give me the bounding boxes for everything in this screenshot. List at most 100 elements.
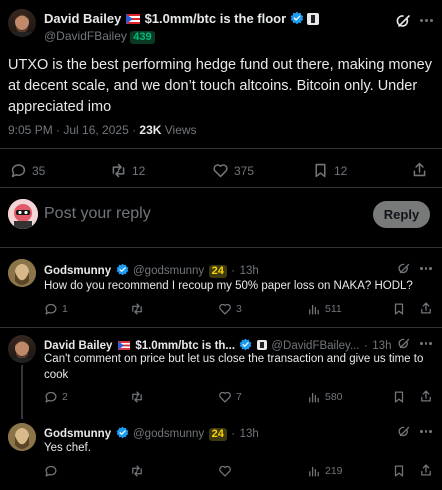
more-options-icon[interactable]: [420, 342, 432, 345]
author-name-suffix[interactable]: $1.0mm/btc is the floor: [145, 11, 287, 26]
like-action[interactable]: 375: [212, 162, 254, 179]
author-line: David Bailey $1.0mm/btc is the floor: [44, 11, 320, 26]
repost-icon: [132, 303, 142, 315]
like-icon: [219, 465, 231, 477]
like-count: 3: [236, 303, 242, 315]
like-action[interactable]: 7: [218, 390, 242, 404]
puerto-rico-flag-icon: [125, 14, 140, 24]
reply-input[interactable]: [44, 203, 344, 225]
repost-icon: [112, 163, 125, 178]
repost-action[interactable]: [130, 464, 144, 478]
current-user-avatar[interactable]: [8, 199, 38, 229]
reply-action[interactable]: 1: [44, 302, 68, 316]
bookmark-icon: [394, 465, 404, 477]
share-action[interactable]: [419, 389, 433, 403]
like-icon: [219, 391, 231, 403]
share-action[interactable]: [419, 301, 433, 315]
views-count: 23K: [139, 123, 162, 137]
reply-avatar[interactable]: [8, 335, 36, 363]
bookmark-action[interactable]: [392, 464, 406, 478]
reply-count: 35: [32, 163, 46, 178]
handle-badge: 439: [130, 31, 155, 44]
bookmark-icon: [315, 163, 326, 178]
divider: [0, 187, 442, 188]
reply-time[interactable]: 13h: [240, 265, 259, 277]
share-icon: [413, 162, 426, 177]
like-action[interactable]: 3: [218, 302, 242, 316]
author-name[interactable]: David Bailey: [44, 11, 121, 26]
views-action[interactable]: 511: [307, 302, 342, 316]
verified-badge-icon[interactable]: [116, 263, 129, 276]
reply-author-handle[interactable]: @godsmunny: [133, 428, 204, 440]
avatar-art: [8, 259, 36, 287]
repost-icon: [132, 391, 142, 403]
tweet-timestamp[interactable]: 9:05 PM · Jul 16, 2025 ·: [8, 123, 139, 137]
avatar-art: [8, 423, 36, 451]
author-handle[interactable]: @DavidFBailey: [44, 29, 127, 43]
reply-action[interactable]: [44, 464, 58, 478]
reply-avatar[interactable]: [8, 259, 36, 287]
reply-button[interactable]: Reply: [373, 201, 430, 228]
views-count: 511: [325, 303, 342, 315]
grok-icon[interactable]: [396, 13, 412, 34]
share-icon: [421, 464, 431, 476]
user-avatar-art: [8, 199, 38, 229]
repost-action[interactable]: 12: [110, 162, 145, 179]
reply-text: Can't comment on price but let us close …: [44, 353, 424, 381]
verified-badge-icon[interactable]: [116, 426, 129, 439]
reply-icon: [45, 303, 57, 315]
reply-icon: [45, 391, 57, 403]
tweet-meta: 9:05 PM · Jul 16, 2025 · 23K Views: [8, 123, 197, 137]
author-handle-line: @DavidFBailey 439: [44, 29, 155, 44]
avatar-face: [11, 339, 33, 363]
views-icon: [309, 392, 319, 403]
repost-action[interactable]: [130, 390, 148, 404]
views-action[interactable]: 580: [307, 390, 343, 404]
reply-count: 2: [62, 391, 68, 403]
divider: [0, 148, 442, 149]
reply-author-name[interactable]: Godsmunny: [44, 265, 111, 277]
repost-count: 12: [132, 163, 146, 178]
more-options-icon[interactable]: [420, 430, 432, 433]
reply-avatar[interactable]: [8, 423, 36, 451]
reply-time[interactable]: 13h: [240, 428, 259, 440]
bookmark-action[interactable]: [392, 302, 406, 316]
separator-dot: ·: [231, 428, 236, 440]
views-action[interactable]: 219: [307, 464, 343, 478]
reply-icon: [11, 164, 26, 178]
bookmark-icon: [394, 391, 404, 403]
reply-action[interactable]: 2: [44, 390, 68, 404]
puerto-rico-flag-icon: [117, 341, 130, 350]
affiliate-badge-icon[interactable]: [307, 13, 320, 25]
tweet-text: UTXO is the best performing hedge fund o…: [8, 57, 432, 115]
verified-badge-icon[interactable]: [290, 11, 304, 25]
reply-text: Yes chef.: [44, 442, 91, 454]
like-count: 375: [234, 163, 255, 178]
verified-badge-icon[interactable]: [239, 338, 252, 351]
share-action[interactable]: [411, 161, 428, 178]
avatar-face: [11, 13, 33, 37]
more-options-icon[interactable]: [420, 19, 433, 22]
reply-author-handle[interactable]: @godsmunny: [133, 265, 204, 277]
more-options-icon[interactable]: [420, 267, 432, 270]
bookmark-action[interactable]: [392, 390, 406, 404]
like-action[interactable]: [218, 464, 232, 478]
separator-dot: ·: [231, 265, 236, 277]
divider: [0, 327, 442, 328]
share-icon: [421, 302, 431, 314]
reply-text: How do you recommend I recoup my 50% pap…: [44, 280, 413, 292]
like-icon: [219, 303, 231, 315]
divider: [0, 247, 442, 248]
share-action[interactable]: [419, 463, 433, 477]
bookmark-count: 12: [334, 163, 348, 178]
views-icon: [309, 466, 319, 477]
bookmark-action[interactable]: 12: [312, 162, 347, 179]
reply-author-name[interactable]: Godsmunny: [44, 428, 111, 440]
reply-action[interactable]: 35: [10, 162, 45, 179]
affiliate-badge-icon[interactable]: [256, 340, 267, 350]
repost-action[interactable]: [130, 302, 148, 316]
reply-icon: [45, 465, 57, 477]
handle-badge: 24: [208, 265, 227, 278]
share-icon: [421, 390, 431, 402]
author-avatar[interactable]: [8, 9, 36, 37]
